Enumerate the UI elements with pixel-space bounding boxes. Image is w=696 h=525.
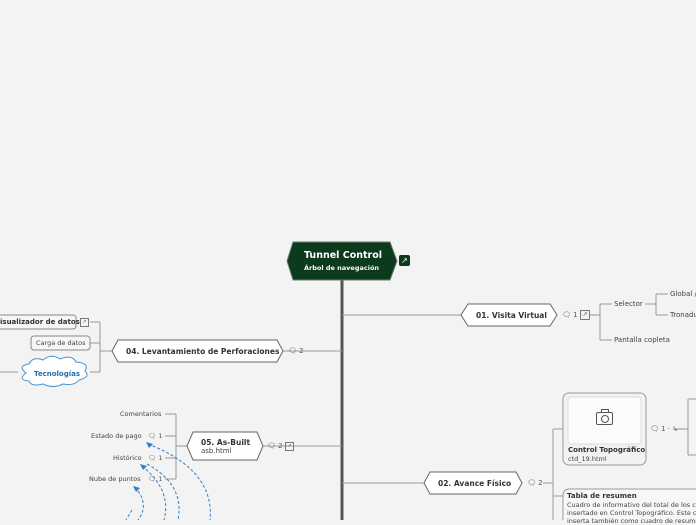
link-icon: ↳	[672, 425, 679, 433]
historico-label[interactable]: Histórico	[113, 454, 142, 462]
control-topografico-file: ctd_19.html	[568, 455, 607, 463]
carga-label: Carga de datos	[36, 339, 86, 347]
asbuilt-external-link-icon[interactable]: ↗	[285, 442, 294, 451]
root-subtitle: Árbol de navegación	[304, 264, 380, 272]
visita-virtual-external-link-icon[interactable]: ↗	[580, 310, 590, 320]
tabla-resumen-line-1: Cuadro de informativo del total de los c	[567, 501, 696, 509]
comentarios-label[interactable]: Comentarios	[120, 410, 161, 418]
tabla-resumen-title: Tabla de resumen	[567, 492, 637, 500]
comment-icon: 🗨	[148, 454, 157, 462]
global-label[interactable]: Global /	[670, 290, 696, 298]
comment-icon: 🗨	[148, 475, 157, 483]
levantamiento-label: 04. Levantamiento de Perforaciones	[126, 347, 280, 356]
pantalla-completa-label[interactable]: Pantalla copleta	[614, 336, 670, 344]
nube-puntos-label[interactable]: Nube de puntos	[89, 475, 141, 483]
root-node-shape[interactable]	[286, 241, 398, 281]
estado-pago-label[interactable]: Estado de pago	[91, 432, 142, 440]
tronadura-label[interactable]: Tronadu	[670, 311, 696, 319]
control-topografico-comment-badge[interactable]: 🗨 1 · ↳	[650, 425, 678, 433]
visita-virtual-label: 01. Visita Virtual	[476, 311, 547, 320]
comment-icon: 🗨	[267, 442, 276, 450]
estado-pago-comment-badge[interactable]: 🗨 1	[148, 432, 162, 440]
dashed-link-arrowheads	[133, 442, 153, 492]
root-external-link-icon[interactable]: ↗	[399, 255, 410, 266]
asbuilt-label: 05. As-Built	[201, 438, 251, 447]
levantamiento-comment-badge[interactable]: 🗨 2	[288, 347, 304, 355]
comment-icon: 🗨	[562, 311, 571, 319]
root-title: Tunnel Control	[304, 250, 383, 261]
asbuilt-file: asb.html	[201, 447, 232, 455]
comment-icon: 🗨	[527, 479, 536, 487]
selector-label[interactable]: Selector	[614, 300, 643, 308]
tabla-resumen-line-3: inserta también como cuadro de resume	[567, 517, 696, 525]
avance-fisico-comment-badge[interactable]: 🗨 2	[527, 479, 543, 487]
nube-puntos-comment-badge[interactable]: 🗨 1	[148, 475, 162, 483]
control-topografico-title: Control Topográfico	[568, 446, 646, 454]
tabla-resumen-line-2: insertado en Control Topográfico. Este c	[567, 509, 696, 517]
visualizador-label: isualizador de datos	[0, 318, 80, 326]
avance-fisico-label: 02. Avance Físico	[438, 479, 512, 488]
comment-icon: 🗨	[148, 432, 157, 440]
comment-icon: 🗨	[288, 347, 297, 355]
visualizador-external-link-icon[interactable]: ↗	[80, 318, 89, 327]
comment-icon: 🗨	[650, 425, 659, 433]
camera-icon	[596, 409, 613, 425]
tecnologias-label: Tecnologías	[34, 370, 81, 378]
historico-comment-badge[interactable]: 🗨 1	[148, 454, 162, 462]
